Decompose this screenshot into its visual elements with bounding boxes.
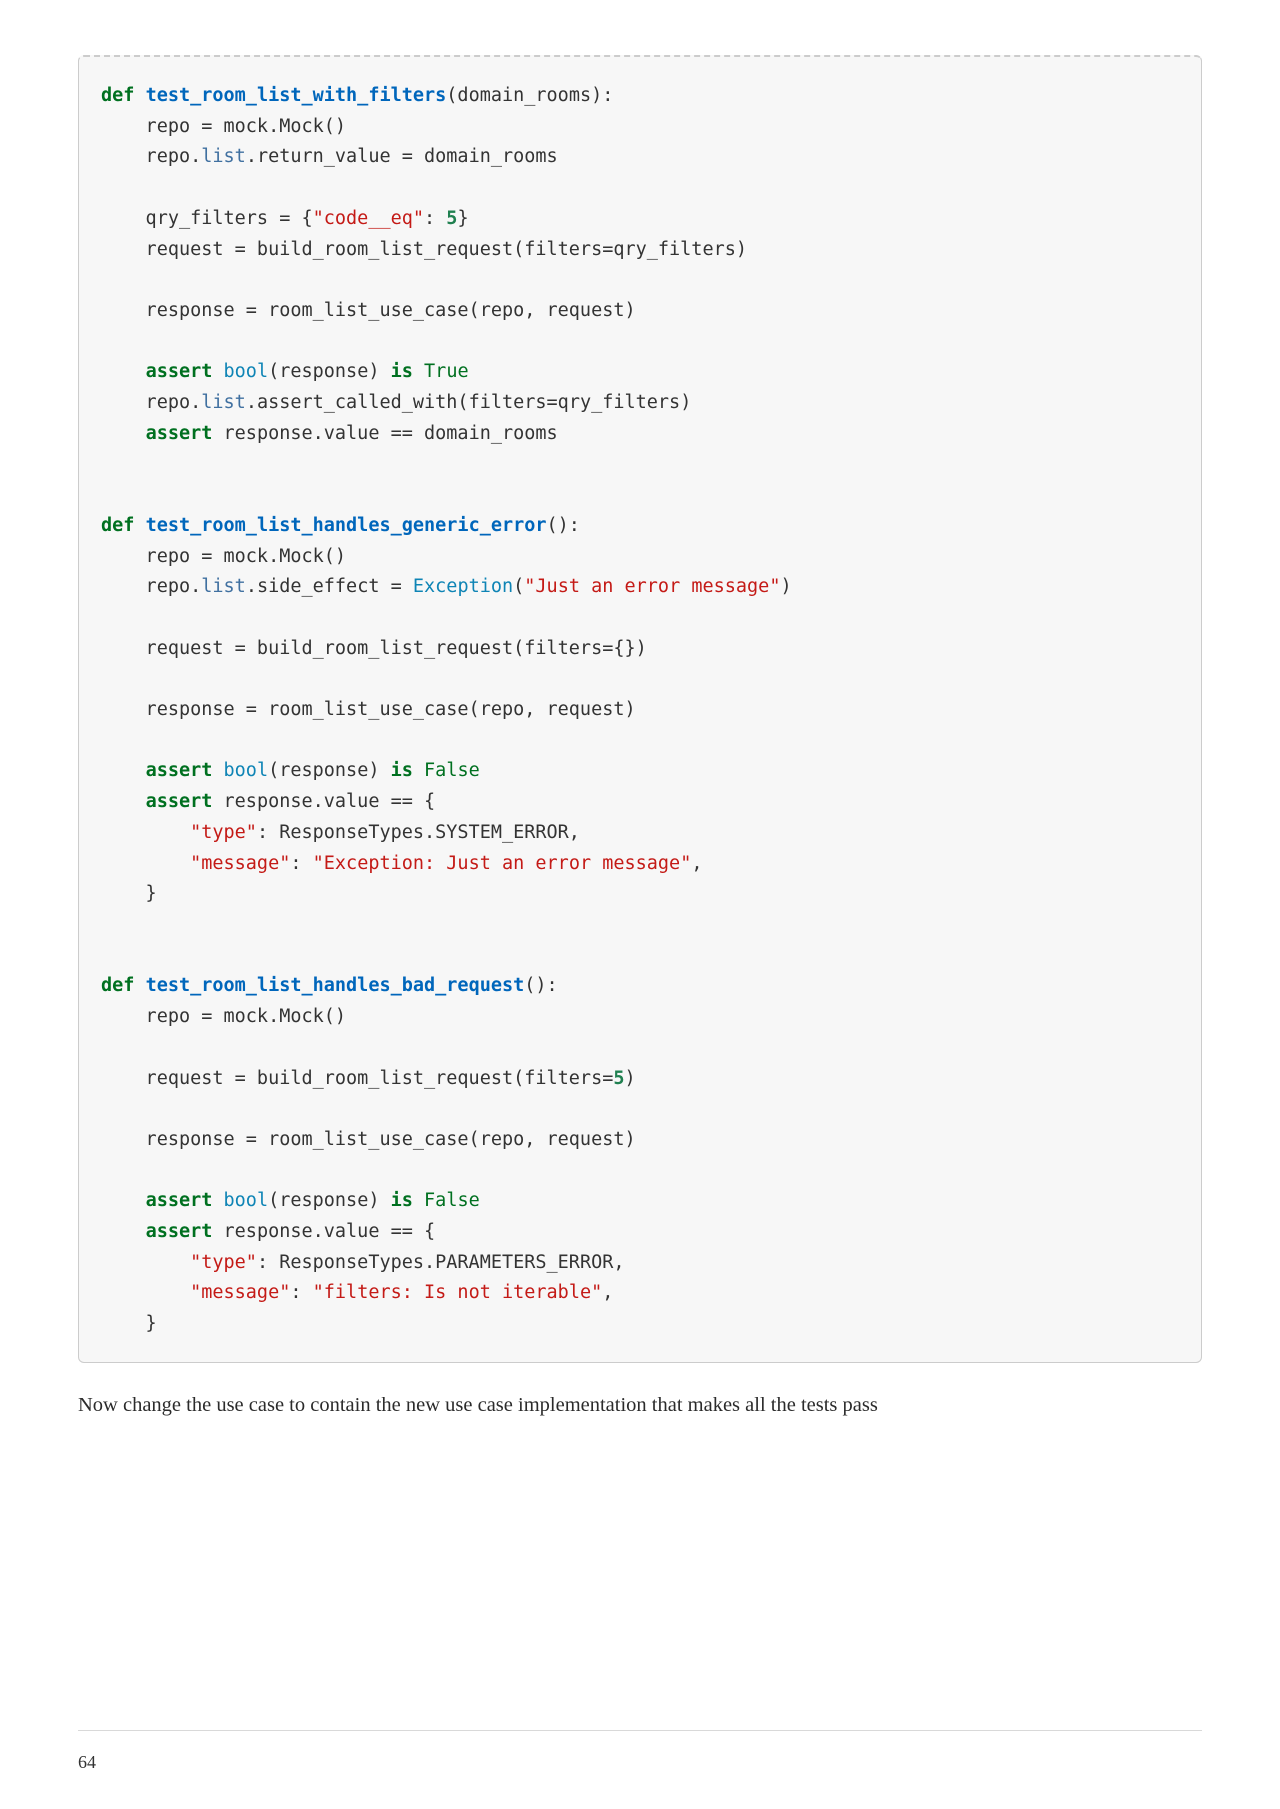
kw-def: def [101, 85, 134, 106]
code-text: : [290, 853, 312, 874]
code-text: , [691, 853, 702, 874]
kw-is: is [391, 760, 413, 781]
code-text [101, 1190, 146, 1211]
code-text: } [101, 1313, 157, 1334]
code-builtin: bool [224, 361, 269, 382]
code-text: response = room_list_use_case(repo, requ… [101, 699, 636, 720]
code-text: repo = mock.Mock() [101, 546, 346, 567]
code-text: : [424, 208, 446, 229]
code-str: "message" [190, 853, 290, 874]
code-text: (): [547, 515, 580, 536]
code-attr: list [201, 576, 246, 597]
code-attr: list [201, 146, 246, 167]
kw-def: def [101, 515, 134, 536]
code-str: "Just an error message" [524, 576, 780, 597]
code-text [101, 791, 146, 812]
code-block: def test_room_list_with_filters(domain_r… [78, 55, 1202, 1363]
code-builtin: bool [224, 1190, 269, 1211]
code-str: "message" [190, 1282, 290, 1303]
kw-assert: assert [146, 1190, 213, 1211]
code-text: } [457, 208, 468, 229]
kw-assert: assert [146, 423, 213, 444]
code-bool: False [424, 1190, 480, 1211]
code-class: Exception [413, 576, 513, 597]
kw-assert: assert [146, 760, 213, 781]
code-num: 5 [613, 1068, 624, 1089]
code-text [101, 423, 146, 444]
code-text: ) [780, 576, 791, 597]
code-text: repo = mock.Mock() [101, 1006, 346, 1027]
kw-assert: assert [146, 791, 213, 812]
code-text: (response) [268, 1190, 391, 1211]
code-text [212, 361, 223, 382]
code-str: "Exception: Just an error message" [313, 853, 692, 874]
code-text [101, 822, 190, 843]
code-text [413, 760, 424, 781]
kw-assert: assert [146, 1221, 213, 1242]
code-text [101, 1221, 146, 1242]
code-text: request = build_room_list_request(filter… [101, 1068, 613, 1089]
code-text [101, 1252, 190, 1273]
code-text [212, 1190, 223, 1211]
kw-is: is [391, 361, 413, 382]
code-text: repo. [101, 576, 201, 597]
code-text [413, 361, 424, 382]
code-text [101, 361, 146, 382]
code-text: request = build_room_list_request(filter… [101, 239, 747, 260]
func-name: test_room_list_handles_bad_request [146, 975, 525, 996]
code-text: repo. [101, 146, 201, 167]
func-name: test_room_list_handles_generic_error [146, 515, 547, 536]
code-text: response = room_list_use_case(repo, requ… [101, 300, 636, 321]
code-text: .assert_called_with(filters=qry_filters) [246, 392, 692, 413]
code-text: qry_filters = { [101, 208, 313, 229]
code-text: request = build_room_list_request(filter… [101, 638, 647, 659]
code-num: 5 [446, 208, 457, 229]
code-text: } [101, 883, 157, 904]
code-text [413, 1190, 424, 1211]
code-text [101, 760, 146, 781]
code-text: response.value == { [212, 791, 435, 812]
code-content: def test_room_list_with_filters(domain_r… [101, 81, 1179, 1340]
code-text: repo. [101, 392, 201, 413]
code-text: response.value == { [212, 1221, 435, 1242]
code-text: (response) [268, 361, 391, 382]
code-text: : ResponseTypes.SYSTEM_ERROR, [257, 822, 580, 843]
func-name: test_room_list_with_filters [146, 85, 447, 106]
kw-assert: assert [146, 361, 213, 382]
code-text: (): [524, 975, 557, 996]
code-str: "code__eq" [313, 208, 424, 229]
code-text: : ResponseTypes.PARAMETERS_ERROR, [257, 1252, 625, 1273]
code-text [101, 1282, 190, 1303]
code-text: response = room_list_use_case(repo, requ… [101, 1129, 636, 1150]
code-attr: list [201, 392, 246, 413]
footer-divider [78, 1730, 1202, 1731]
code-str: "type" [190, 822, 257, 843]
kw-def: def [101, 975, 134, 996]
code-builtin: bool [224, 760, 269, 781]
code-text: response.value == domain_rooms [212, 423, 557, 444]
code-text [212, 760, 223, 781]
page-number: 64 [78, 1752, 96, 1773]
code-text [101, 853, 190, 874]
kw-is: is [391, 1190, 413, 1211]
code-str: "type" [190, 1252, 257, 1273]
body-paragraph: Now change the use case to contain the n… [78, 1389, 1202, 1422]
page: def test_room_list_with_filters(domain_r… [0, 0, 1280, 1809]
code-text: .side_effect = [246, 576, 413, 597]
code-text: , [602, 1282, 613, 1303]
code-text: (response) [268, 760, 391, 781]
code-text: : [290, 1282, 312, 1303]
code-bool: True [424, 361, 469, 382]
code-str: "filters: Is not iterable" [313, 1282, 603, 1303]
code-text: repo = mock.Mock() [101, 116, 346, 137]
code-text: (domain_rooms): [446, 85, 613, 106]
code-text: .return_value = domain_rooms [246, 146, 558, 167]
code-text: ( [513, 576, 524, 597]
code-bool: False [424, 760, 480, 781]
code-text: ) [625, 1068, 636, 1089]
